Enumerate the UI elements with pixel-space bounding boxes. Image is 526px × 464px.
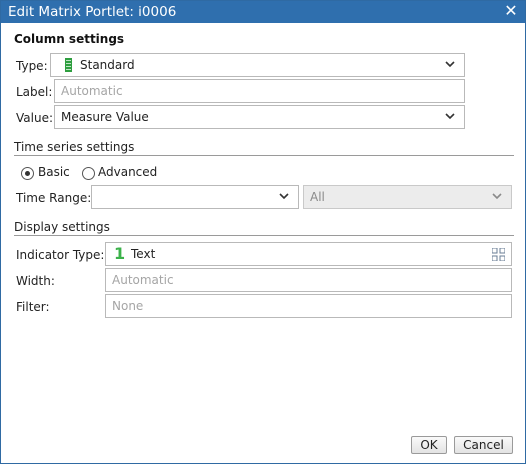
basic-radio[interactable] bbox=[21, 167, 34, 180]
display-settings-heading: Display settings bbox=[14, 220, 110, 234]
chevron-down-icon bbox=[445, 61, 455, 69]
indicator-type-value: Text bbox=[131, 247, 156, 261]
basic-radio-label[interactable]: Basic bbox=[38, 165, 70, 179]
ok-button[interactable]: OK bbox=[411, 436, 447, 454]
time-range-secondary-value: All bbox=[310, 190, 325, 204]
grid-icon[interactable] bbox=[492, 248, 505, 261]
cancel-button[interactable]: Cancel bbox=[454, 436, 513, 454]
title-bar[interactable]: Edit Matrix Portlet: i0006 ✕ bbox=[1, 1, 525, 23]
filter-label: Filter: bbox=[16, 300, 50, 314]
filter-input[interactable]: None bbox=[105, 294, 512, 318]
time-series-divider bbox=[14, 155, 514, 156]
width-placeholder: Automatic bbox=[112, 273, 174, 287]
indicator-one-icon: 1 bbox=[114, 244, 126, 263]
chevron-down-icon bbox=[445, 113, 455, 121]
display-settings-divider bbox=[14, 235, 514, 236]
time-range-secondary-select: All bbox=[303, 185, 512, 209]
dialog-title: Edit Matrix Portlet: i0006 bbox=[8, 4, 177, 20]
chevron-down-icon bbox=[279, 193, 289, 201]
column-settings-heading: Column settings bbox=[14, 32, 125, 46]
type-value: Standard bbox=[80, 58, 135, 72]
value-select[interactable]: Measure Value bbox=[54, 105, 465, 129]
label-label: Label: bbox=[16, 85, 53, 99]
time-range-label: Time Range: bbox=[16, 191, 92, 205]
time-series-heading: Time series settings bbox=[14, 140, 135, 154]
value-value: Measure Value bbox=[61, 110, 149, 124]
label-placeholder: Automatic bbox=[61, 84, 123, 98]
advanced-radio[interactable] bbox=[82, 167, 95, 180]
label-input[interactable]: Automatic bbox=[54, 79, 465, 103]
edit-matrix-portlet-dialog: Edit Matrix Portlet: i0006 ✕ Column sett… bbox=[0, 0, 526, 464]
width-input[interactable]: Automatic bbox=[105, 268, 512, 292]
indicator-type-picker[interactable]: 1 Text bbox=[105, 242, 512, 266]
value-label: Value: bbox=[16, 111, 53, 125]
type-label: Type: bbox=[16, 59, 48, 73]
filter-placeholder: None bbox=[112, 299, 144, 313]
width-label: Width: bbox=[16, 274, 55, 288]
close-icon[interactable]: ✕ bbox=[503, 3, 519, 19]
type-select[interactable]: Standard bbox=[50, 53, 465, 77]
time-range-select[interactable] bbox=[91, 185, 299, 209]
indicator-type-label: Indicator Type: bbox=[16, 248, 105, 262]
chevron-down-icon bbox=[492, 193, 502, 201]
column-bar-icon bbox=[65, 58, 72, 72]
advanced-radio-label[interactable]: Advanced bbox=[98, 165, 157, 179]
